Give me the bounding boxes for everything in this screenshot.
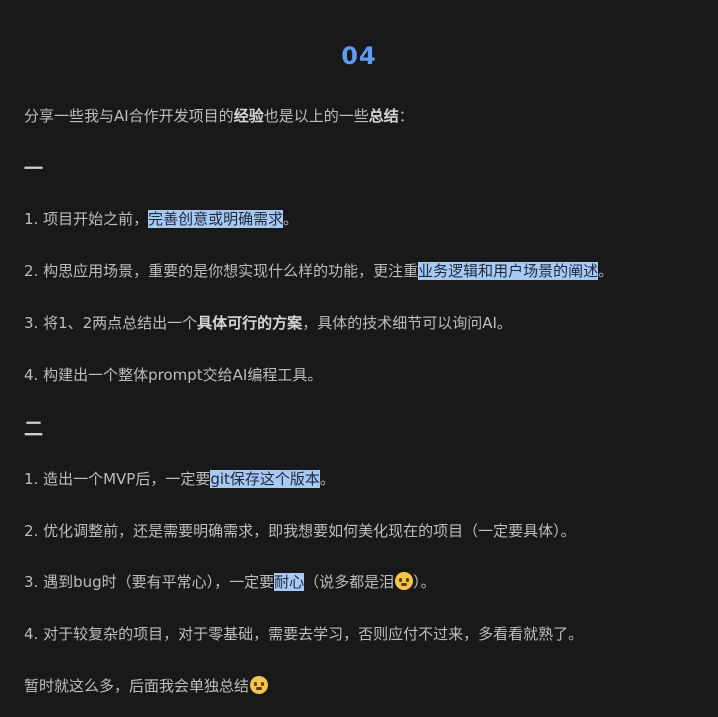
intro-bold-experience: 经验 — [233, 107, 264, 125]
item-text: 。 — [283, 210, 299, 228]
item-text: 2. 构思应用场景，重要的是你想实现什么样的功能，更注重 — [24, 262, 419, 280]
section-number-heading: 04 — [341, 42, 377, 70]
section-heading-one: 一 — [24, 158, 44, 180]
item-bold: 具体可行的方案 — [197, 314, 303, 332]
item-text: 。 — [598, 262, 614, 280]
intro-paragraph: 分享一些我与AI合作开发项目的经验也是以上的一些总结： — [24, 105, 414, 127]
item-text: 1. 造出一个MVP后，一定要 — [24, 470, 211, 488]
list-item: 1. 项目开始之前，完善创意或明确需求。 — [24, 208, 298, 230]
intro-text-1: 分享一些我与AI合作开发项目的 — [24, 107, 234, 125]
item-highlight: 耐心 — [274, 573, 305, 591]
tear-face-icon — [395, 572, 414, 590]
list-item: 3. 将1、2两点总结出一个具体可行的方案，具体的技术细节可以询问AI。 — [24, 312, 512, 334]
list-item: 4. 构建出一个整体prompt交给AI编程工具。 — [24, 366, 323, 384]
section-heading-two: 二 — [24, 418, 44, 440]
closing-text: 暂时就这么多，后面我会单独总结 — [24, 677, 250, 695]
intro-bold-summary: 总结 — [368, 107, 399, 125]
item-highlight: git保存这个版本 — [210, 470, 320, 488]
item-text: ，具体的技术细节可以询问AI。 — [302, 314, 512, 332]
list-item: 2. 构思应用场景，重要的是你想实现什么样的功能，更注重业务逻辑和用户场景的阐述… — [24, 260, 613, 282]
article-body: 04 分享一些我与AI合作开发项目的经验也是以上的一些总结： 一 1. 项目开始… — [0, 0, 718, 717]
item-text: ）。 — [413, 573, 436, 591]
item-text: 1. 项目开始之前， — [24, 210, 149, 228]
list-item: 4. 对于较复杂的项目，对于零基础，需要去学习，否则应付不过来，多看看就熟了。 — [24, 625, 584, 643]
closing-line: 暂时就这么多，后面我会单独总结 — [24, 675, 269, 697]
item-text: 3. 遇到bug时（要有平常心），一定要 — [24, 573, 275, 591]
item-highlight: 业务逻辑和用户场景的阐述 — [418, 262, 599, 280]
list-item: 1. 造出一个MVP后，一定要git保存这个版本。 — [24, 468, 335, 490]
item-text: 。 — [319, 470, 335, 488]
intro-text-3: ： — [398, 107, 414, 125]
item-highlight: 完善创意或明确需求 — [148, 210, 284, 228]
list-item: 3. 遇到bug时（要有平常心），一定要耐心（说多都是泪 ）。 — [24, 571, 436, 593]
item-text: （说多都是泪 — [304, 573, 395, 591]
list-item: 2. 优化调整前，还是需要明确需求，即我想要如何美化现在的项目（一定要具体）。 — [24, 522, 576, 540]
intro-text-2: 也是以上的一些 — [263, 107, 369, 125]
item-text: 3. 将1、2两点总结出一个 — [24, 314, 198, 332]
thinking-face-icon — [250, 676, 269, 694]
